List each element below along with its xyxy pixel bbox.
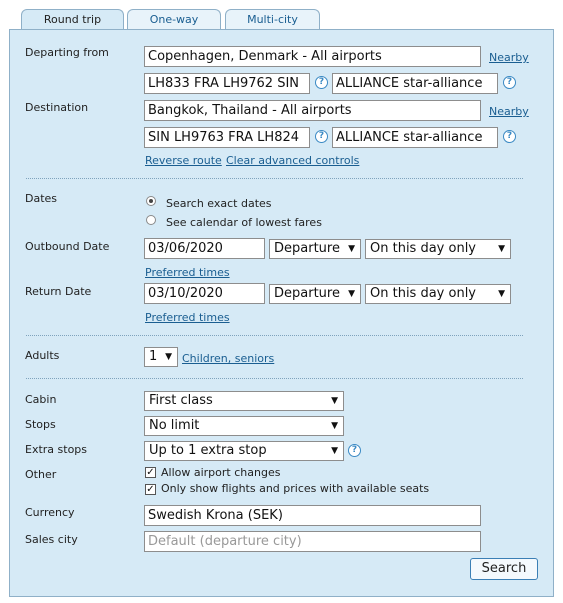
stops-select[interactable]: No limit ▼ (144, 416, 344, 436)
cabin-value: First class (149, 393, 213, 408)
clear-advanced-controls-link[interactable]: Clear advanced controls (226, 154, 359, 167)
return-date-input[interactable]: 03/10/2020 (144, 283, 265, 304)
allow-airport-changes-label: Allow airport changes (161, 466, 281, 479)
adults-select[interactable]: 1 ▼ (144, 347, 178, 367)
chevron-down-icon: ▼ (165, 352, 172, 362)
outbound-flex-value: On this day only (370, 241, 476, 256)
return-flex-value: On this day only (370, 286, 476, 301)
destination-label: Destination (25, 101, 89, 114)
adults-label: Adults (25, 349, 60, 362)
help-icon[interactable]: ? (315, 76, 328, 89)
return-time-type-select[interactable]: Departure ▼ (269, 284, 361, 304)
tab-multi-city[interactable]: Multi-city (225, 9, 320, 29)
checkmark-icon: ✓ (146, 484, 155, 495)
stops-value: No limit (149, 418, 200, 433)
stops-label: Stops (25, 418, 56, 431)
adults-value: 1 (149, 349, 158, 364)
outbound-time-type-select[interactable]: Departure ▼ (269, 239, 361, 259)
destination-nearby-link[interactable]: Nearby (489, 105, 529, 118)
help-icon[interactable]: ? (348, 444, 361, 457)
exact-dates-radio[interactable] (146, 196, 156, 206)
departing-nearby-link[interactable]: Nearby (489, 51, 529, 64)
children-seniors-link[interactable]: Children, seniors (182, 352, 274, 365)
sales-city-label: Sales city (25, 533, 78, 546)
exact-dates-label: Search exact dates (166, 197, 272, 210)
help-icon[interactable]: ? (315, 130, 328, 143)
return-flex-select[interactable]: On this day only ▼ (365, 284, 511, 304)
outbound-date-label: Outbound Date (25, 240, 110, 253)
chevron-down-icon: ▼ (331, 396, 338, 406)
return-date-label: Return Date (25, 285, 92, 298)
available-seats-label: Only show flights and prices with availa… (161, 482, 430, 495)
return-time-type-value: Departure (274, 286, 340, 301)
search-form-panel: Departing from Copenhagen, Denmark - All… (9, 29, 554, 597)
chevron-down-icon: ▼ (348, 289, 355, 299)
outbound-date-input[interactable]: 03/06/2020 (144, 238, 265, 259)
tab-round-trip[interactable]: Round trip (21, 9, 124, 31)
help-icon[interactable]: ? (503, 130, 516, 143)
currency-label: Currency (25, 506, 75, 519)
return-preferred-times-link[interactable]: Preferred times (145, 311, 230, 324)
sales-city-input[interactable]: Default (departure city) (144, 531, 481, 552)
currency-input[interactable]: Swedish Krona (SEK) (144, 505, 481, 526)
outbound-preferred-times-link[interactable]: Preferred times (145, 266, 230, 279)
destination-routing-input[interactable]: SIN LH9763 FRA LH824 (144, 127, 310, 148)
destination-extension-input[interactable]: ALLIANCE star-alliance (332, 127, 498, 148)
allow-airport-changes-checkbox[interactable]: ✓ (145, 467, 156, 478)
chevron-down-icon: ▼ (348, 244, 355, 254)
departing-input[interactable]: Copenhagen, Denmark - All airports (144, 46, 481, 67)
help-icon[interactable]: ? (503, 76, 516, 89)
calendar-fares-radio[interactable] (146, 215, 156, 225)
tab-one-way[interactable]: One-way (127, 9, 221, 29)
extra-stops-select[interactable]: Up to 1 extra stop ▼ (144, 441, 344, 461)
departing-label: Departing from (25, 46, 109, 59)
outbound-flex-select[interactable]: On this day only ▼ (365, 239, 511, 259)
chevron-down-icon: ▼ (331, 446, 338, 456)
calendar-fares-label: See calendar of lowest fares (166, 216, 322, 229)
section-divider (26, 335, 523, 336)
chevron-down-icon: ▼ (498, 289, 505, 299)
search-button[interactable]: Search (470, 558, 538, 580)
other-label: Other (25, 468, 57, 481)
outbound-time-type-value: Departure (274, 241, 340, 256)
available-seats-checkbox[interactable]: ✓ (145, 484, 156, 495)
chevron-down-icon: ▼ (331, 421, 338, 431)
extra-stops-value: Up to 1 extra stop (149, 443, 267, 458)
extra-stops-label: Extra stops (25, 443, 88, 456)
cabin-label: Cabin (25, 393, 57, 406)
destination-input[interactable]: Bangkok, Thailand - All airports (144, 100, 481, 121)
departing-routing-input[interactable]: LH833 FRA LH9762 SIN (144, 73, 310, 94)
chevron-down-icon: ▼ (498, 244, 505, 254)
dates-label: Dates (25, 192, 58, 205)
cabin-select[interactable]: First class ▼ (144, 391, 344, 411)
reverse-route-link[interactable]: Reverse route (145, 154, 222, 167)
section-divider (26, 378, 523, 379)
departing-extension-input[interactable]: ALLIANCE star-alliance (332, 73, 498, 94)
checkmark-icon: ✓ (146, 467, 155, 478)
section-divider (26, 178, 523, 179)
